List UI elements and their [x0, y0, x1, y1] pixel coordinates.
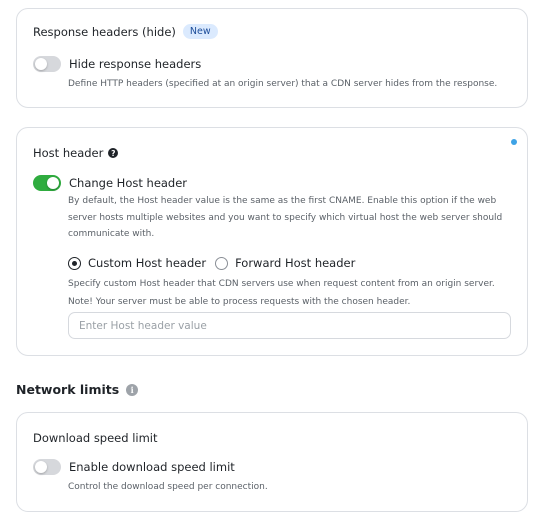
host-header-description: By default, the Host header value is the…: [68, 193, 502, 243]
custom-host-header-label: Custom Host header: [88, 256, 207, 270]
new-badge: New: [182, 24, 218, 39]
hide-response-headers-toggle[interactable]: [33, 56, 61, 72]
status-dot-icon: [511, 139, 517, 145]
toggle-knob: [47, 177, 59, 189]
description-line: server hosts multiple websites and you w…: [68, 212, 503, 223]
host-header-title-row: Host header ?: [33, 146, 119, 160]
toggle-knob: [35, 461, 47, 473]
change-host-header-label: Change Host header: [69, 176, 188, 190]
response-headers-title-row: Response headers (hide) New: [33, 24, 218, 39]
description-line: By default, the Host header value is the…: [68, 196, 497, 206]
description-line: communicate with.: [68, 229, 155, 239]
hint-line: Note! Your server must be able to proces…: [68, 297, 411, 307]
forward-host-header-label: Forward Host header: [235, 256, 356, 270]
host-header-value-input[interactable]: [68, 312, 511, 339]
download-speed-row[interactable]: Enable download speed limit: [33, 459, 235, 475]
hide-response-headers-row[interactable]: Hide response headers: [33, 56, 201, 72]
question-circle-icon[interactable]: ?: [108, 148, 119, 158]
response-headers-card: Response headers (hide) New Hide respons…: [16, 8, 528, 108]
hint-line: Specify custom Host header that CDN serv…: [68, 279, 495, 289]
host-header-hint: Specify custom Host header that CDN serv…: [68, 275, 495, 311]
custom-host-header-radio[interactable]: [68, 256, 81, 270]
custom-host-header-option[interactable]: Custom Host header: [68, 256, 206, 270]
hide-response-headers-label: Hide response headers: [69, 57, 202, 71]
forward-host-header-option[interactable]: Forward Host header: [215, 256, 355, 270]
host-header-mode-radio-group: Custom Host header Forward Host header: [68, 256, 355, 270]
info-circle-icon[interactable]: i: [126, 383, 139, 396]
change-host-header-row[interactable]: Change Host header: [33, 175, 187, 191]
change-host-header-toggle[interactable]: [33, 175, 61, 191]
toggle-knob: [35, 58, 47, 70]
network-limits-heading: Network limits i: [16, 382, 139, 397]
host-header-card: Host header ? Change Host header By defa…: [16, 127, 528, 356]
download-speed-title: Download speed limit: [33, 431, 158, 445]
network-limits-title: Network limits: [16, 382, 120, 397]
download-speed-toggle[interactable]: [33, 459, 61, 475]
response-headers-description: Define HTTP headers (specified at an ori…: [68, 79, 498, 89]
download-speed-card: Download speed limit Enable download spe…: [16, 412, 528, 512]
response-headers-title: Response headers (hide): [33, 24, 176, 39]
download-speed-description: Control the download speed per connectio…: [68, 482, 268, 492]
host-header-title: Host header: [33, 146, 104, 160]
download-speed-label: Enable download speed limit: [69, 460, 235, 474]
forward-host-header-radio[interactable]: [215, 256, 229, 270]
